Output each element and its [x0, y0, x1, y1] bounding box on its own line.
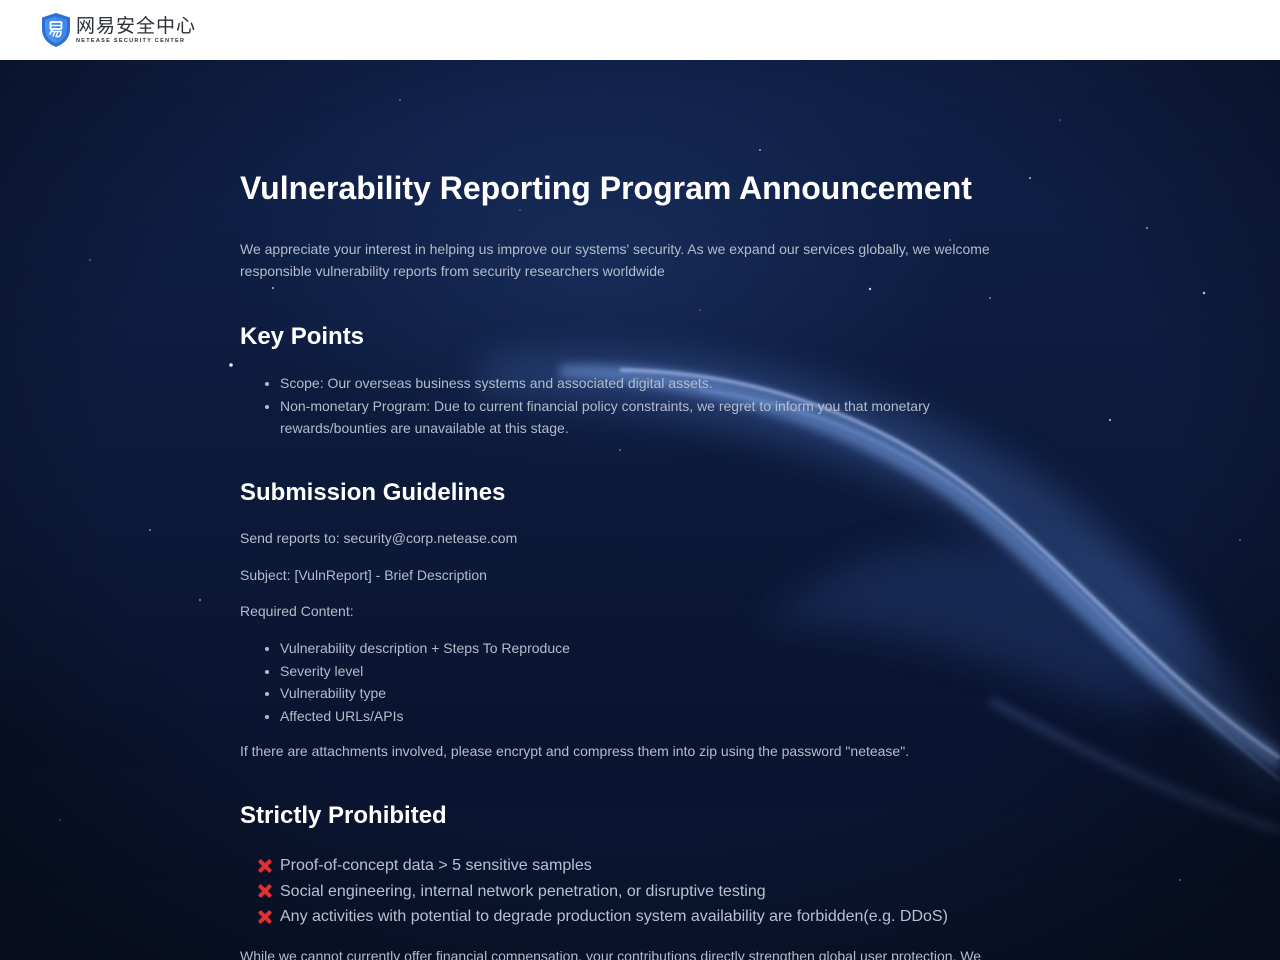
prohibited-item-text: Social engineering, internal network pen… — [280, 882, 766, 900]
page-title: Vulnerability Reporting Program Announce… — [240, 170, 972, 206]
list-item: Vulnerability type — [280, 682, 1000, 705]
intro-paragraph: We appreciate your interest in helping u… — [240, 241, 990, 279]
prohibited-item-text: Any activities with potential to degrade… — [280, 908, 948, 925]
netease-security-center-logo[interactable]: 网易安全中心 NETEASE SECURITY CENTER — [40, 12, 196, 48]
list-item: Vulnerability description + Steps To Rep… — [280, 637, 1000, 660]
logo-chinese-text: 网易安全中心 — [76, 14, 197, 37]
required-content-label: Required Content: — [240, 603, 354, 619]
logo-english-text: NETEASE SECURITY CENTER — [76, 37, 186, 44]
list-item: Affected URLs/APIs — [280, 705, 1000, 728]
closing-paragraph: While we cannot currently offer financia… — [240, 948, 982, 960]
list-item: Severity level — [280, 660, 1000, 683]
attachments-note: If there are attachments involved, pleas… — [240, 743, 910, 759]
required-content-list: Vulnerability description + Steps To Rep… — [240, 637, 1000, 727]
cross-mark-icon — [256, 908, 274, 926]
list-item: Non-monetary Program: Due to current fin… — [280, 395, 1000, 440]
submission-guidelines-heading: Submission Guidelines — [240, 479, 506, 506]
prohibited-list: Proof-of-concept data > 5 sensitive samp… — [240, 853, 1000, 930]
list-item: Social engineering, internal network pen… — [240, 879, 1000, 905]
list-item: Proof-of-concept data > 5 sensitive samp… — [240, 853, 1000, 879]
shield-icon — [42, 13, 70, 47]
key-points-list: Scope: Our overseas business systems and… — [240, 372, 1000, 440]
send-reports-to-text: Send reports to: security@corp.netease.c… — [240, 530, 518, 546]
subject-format-text: Subject: [VulnReport] - Brief Descriptio… — [240, 567, 487, 583]
cross-mark-icon — [256, 857, 274, 875]
list-item: Any activities with potential to degrade… — [240, 904, 1000, 930]
top-navigation-bar: 网易安全中心 NETEASE SECURITY CENTER — [0, 0, 1280, 60]
strictly-prohibited-heading: Strictly Prohibited — [240, 802, 447, 829]
cross-mark-icon — [256, 882, 274, 900]
list-item: Scope: Our overseas business systems and… — [280, 372, 1000, 395]
logo-wordmark: 网易安全中心 NETEASE SECURITY CENTER — [76, 16, 196, 45]
key-points-heading: Key Points — [240, 323, 365, 350]
prohibited-item-text: Proof-of-concept data > 5 sensitive samp… — [280, 857, 592, 874]
